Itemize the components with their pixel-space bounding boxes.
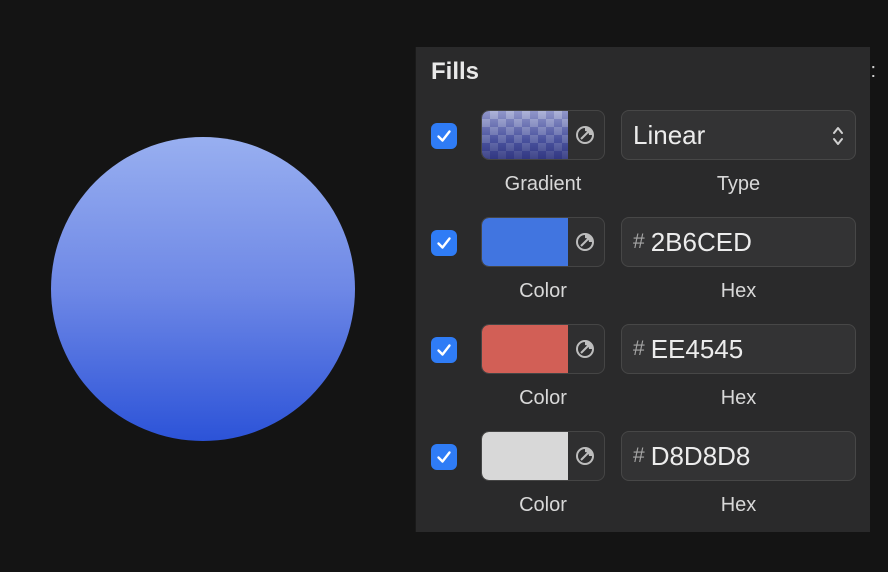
- fill-enabled-checkbox[interactable]: [431, 444, 457, 470]
- fill-row-color-red: # EE4545 Color Hex: [416, 324, 871, 431]
- swatch-caption: Color: [519, 387, 567, 409]
- hash-prefix: #: [633, 230, 645, 253]
- color-swatch[interactable]: [482, 432, 568, 480]
- value-caption: Hex: [720, 494, 757, 516]
- checkmark-icon: [437, 451, 451, 463]
- checkmark-icon: [437, 237, 451, 249]
- fill-row-gradient: Linear Gradient Type: [416, 110, 871, 217]
- hash-prefix: #: [633, 337, 645, 360]
- swatch-caption: Gradient: [504, 173, 582, 195]
- fill-enabled-checkbox[interactable]: [431, 337, 457, 363]
- hex-value: D8D8D8: [650, 440, 751, 471]
- fill-swatch-button[interactable]: [481, 431, 605, 481]
- fill-swatch-button[interactable]: [481, 217, 605, 267]
- fill-row-color-gray: # D8D8D8 Color Hex: [416, 431, 871, 538]
- fill-enabled-checkbox[interactable]: [431, 230, 457, 256]
- fill-enabled-checkbox[interactable]: [431, 123, 457, 149]
- gradient-type-value: Linear: [633, 119, 706, 150]
- swatch-caption: Color: [519, 280, 567, 302]
- blend-mode-icon[interactable]: [575, 232, 595, 252]
- hex-value: EE4545: [650, 333, 744, 364]
- hash-prefix: #: [633, 444, 645, 467]
- panel-title: Fills: [431, 58, 480, 85]
- gradient-swatch[interactable]: [482, 111, 568, 159]
- swatch-caption: Color: [519, 494, 567, 516]
- fill-swatch-button[interactable]: [481, 324, 605, 374]
- blend-mode-icon[interactable]: [575, 446, 595, 466]
- hex-value: 2B6CED: [650, 226, 752, 257]
- gradient-circle-shape[interactable]: [51, 137, 355, 441]
- hex-input[interactable]: # D8D8D8: [621, 431, 856, 481]
- checkmark-icon: [437, 130, 451, 142]
- color-swatch[interactable]: [482, 218, 568, 266]
- blend-mode-icon[interactable]: [575, 339, 595, 359]
- up-down-chevron-icon: [833, 127, 843, 145]
- fills-inspector-panel: Fills : Linear Gradient Type # 2B6CED Co…: [415, 47, 876, 532]
- more-options-icon[interactable]: :: [870, 60, 876, 83]
- fill-swatch-button[interactable]: [481, 110, 605, 160]
- checkmark-icon: [437, 344, 451, 356]
- color-swatch[interactable]: [482, 325, 568, 373]
- hex-input[interactable]: # EE4545: [621, 324, 856, 374]
- value-caption: Hex: [720, 387, 757, 409]
- blend-mode-icon[interactable]: [575, 125, 595, 145]
- gradient-type-select[interactable]: Linear: [621, 110, 856, 160]
- fill-row-color-blue: # 2B6CED Color Hex: [416, 217, 871, 324]
- value-caption: Hex: [720, 280, 757, 302]
- hex-input[interactable]: # 2B6CED: [621, 217, 856, 267]
- value-caption: Type: [716, 173, 761, 195]
